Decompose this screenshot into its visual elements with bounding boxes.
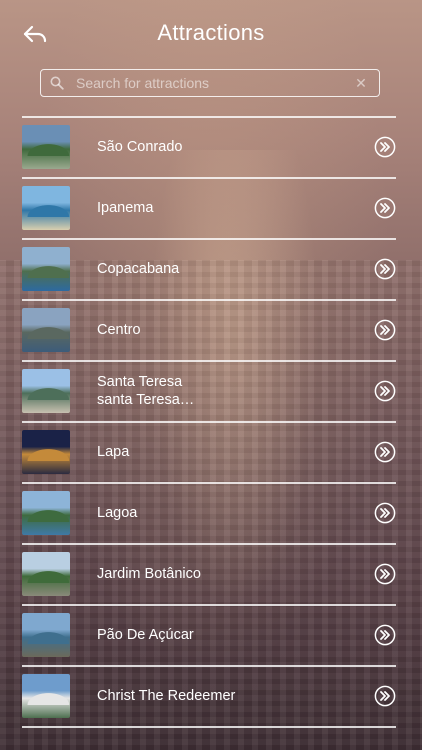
list-item[interactable]: Christ The Redeemer — [22, 667, 396, 727]
attraction-thumbnail — [22, 491, 70, 536]
attraction-thumbnail — [22, 369, 70, 414]
search-bar[interactable]: ✕ — [40, 69, 380, 97]
list-item[interactable]: Ipanema — [22, 179, 396, 239]
attraction-thumbnail — [22, 247, 70, 292]
double-chevron-right-icon[interactable] — [374, 319, 396, 341]
list-item[interactable]: Jardim Botânico — [22, 545, 396, 605]
attraction-thumbnail — [22, 430, 70, 475]
list-item[interactable]: Santa Teresa santa Teresa… — [22, 362, 396, 422]
list-divider — [22, 726, 396, 728]
list-item[interactable]: Lagoa — [22, 484, 396, 544]
attraction-name: Ipanema — [97, 200, 154, 217]
double-chevron-right-icon[interactable] — [374, 685, 396, 707]
search-input[interactable] — [64, 71, 351, 95]
double-chevron-right-icon[interactable] — [374, 258, 396, 280]
attraction-name: Jardim Botânico — [97, 566, 201, 583]
attraction-thumbnail — [22, 674, 70, 719]
attraction-thumbnail — [22, 125, 70, 170]
attraction-thumbnail — [22, 552, 70, 597]
attractions-list: São Conrado Ipanema Copacabana Centro Santa … — [22, 116, 396, 728]
attraction-thumbnail — [22, 186, 70, 231]
double-chevron-right-icon[interactable] — [374, 563, 396, 585]
attraction-name: Pão De Açúcar — [97, 627, 194, 644]
page-title: Attractions — [157, 20, 265, 45]
attraction-name: Lagoa — [97, 505, 138, 522]
double-chevron-right-icon[interactable] — [374, 624, 396, 646]
list-item[interactable]: São Conrado — [22, 118, 396, 178]
attraction-name: Centro — [97, 322, 141, 339]
double-chevron-right-icon[interactable] — [374, 380, 396, 402]
double-chevron-right-icon[interactable] — [374, 502, 396, 524]
list-item[interactable]: Centro — [22, 301, 396, 361]
list-item[interactable]: Lapa — [22, 423, 396, 483]
attraction-name: São Conrado — [97, 139, 183, 156]
attraction-name: Copacabana — [97, 261, 180, 278]
close-icon[interactable]: ✕ — [351, 75, 371, 92]
list-item[interactable]: Pão De Açúcar — [22, 606, 396, 666]
attraction-thumbnail — [22, 613, 70, 658]
attraction-name: Lapa — [97, 444, 130, 461]
double-chevron-right-icon[interactable] — [374, 441, 396, 463]
double-chevron-right-icon[interactable] — [374, 197, 396, 219]
attraction-thumbnail — [22, 308, 70, 353]
header: Attractions — [0, 0, 422, 66]
search-icon — [50, 76, 64, 90]
double-chevron-right-icon[interactable] — [374, 136, 396, 158]
attraction-name: Christ The Redeemer — [97, 688, 236, 705]
list-item[interactable]: Copacabana — [22, 240, 396, 300]
attraction-name: Santa Teresa santa Teresa… — [97, 374, 195, 409]
